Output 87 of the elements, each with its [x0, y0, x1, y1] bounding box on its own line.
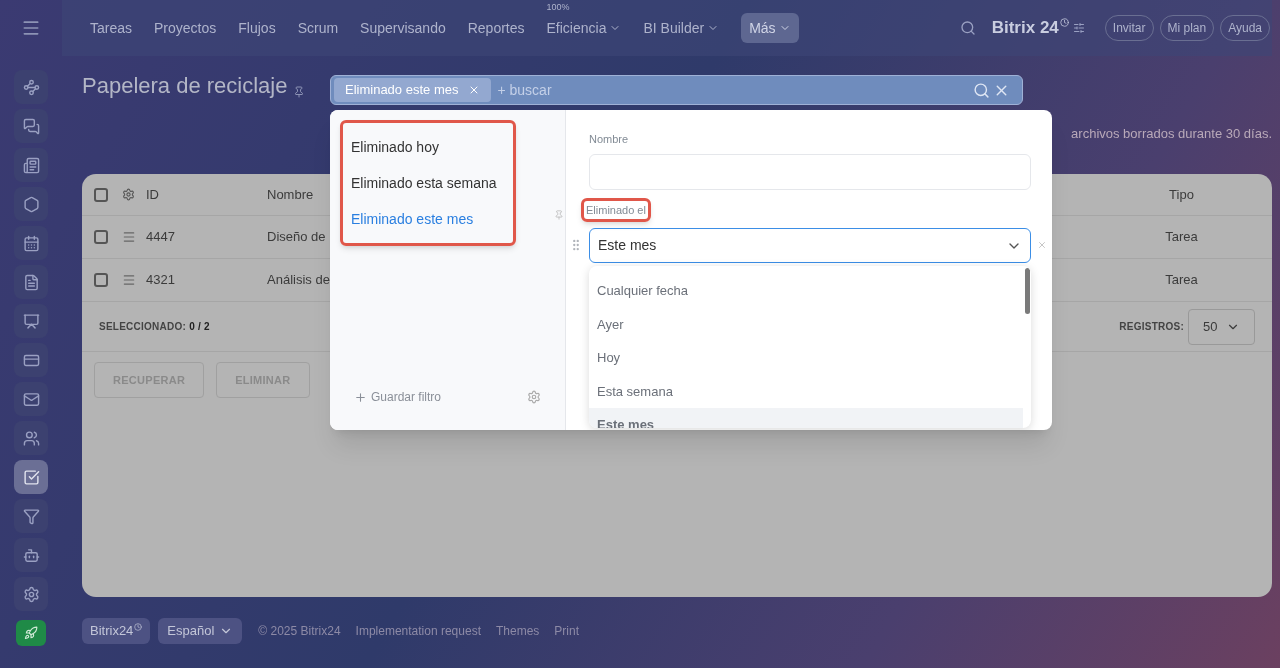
filter-preset[interactable]: Eliminado hoy	[343, 129, 513, 165]
nodes-icon	[22, 78, 40, 96]
filter-chip[interactable]: Eliminado este mes	[334, 78, 492, 102]
column-header[interactable]: Tipo	[1103, 184, 1260, 205]
footer-link[interactable]: Print	[554, 622, 579, 640]
gear-icon[interactable]	[122, 188, 135, 201]
nav-tab[interactable]: Flujos	[238, 17, 276, 39]
nav-tab[interactable]: Proyectos	[154, 17, 217, 39]
table-cell-text: Análisis de	[267, 271, 330, 290]
sidebar-item[interactable]	[14, 577, 48, 611]
sliders-icon[interactable]	[1072, 22, 1085, 34]
presentation-icon	[22, 312, 40, 330]
dropdown-option[interactable]: Esta semana	[589, 374, 1023, 408]
mail-icon	[22, 390, 40, 408]
selected-count: SELECCIONADO: 0 / 2	[99, 320, 210, 334]
page-title: Papelera de reciclaje	[82, 72, 288, 100]
news-icon	[22, 156, 40, 174]
users-icon	[22, 429, 40, 447]
document-icon	[22, 273, 40, 291]
checkbox-icon	[22, 468, 40, 486]
table-cell-text: Tarea	[1164, 271, 1199, 290]
settings-icon	[22, 585, 40, 603]
calendar-icon	[22, 234, 40, 252]
clock-icon	[1059, 18, 1069, 27]
percent-label: 100%	[546, 0, 570, 14]
footer-link[interactable]: Themes	[495, 622, 540, 640]
table-cell-text: 4447	[146, 228, 176, 247]
sidebar-item[interactable]	[14, 382, 48, 416]
filter-preset[interactable]: Eliminado este mes	[343, 201, 513, 237]
save-filter-button[interactable]: Guardar filtro	[354, 388, 442, 406]
sidebar-item[interactable]	[14, 421, 48, 455]
date-select[interactable]: Este mes	[589, 228, 1031, 263]
name-input-field[interactable]	[589, 153, 1031, 190]
nav-tab[interactable]: Reportes	[467, 17, 525, 39]
nav-tab[interactable]: BI Builder	[643, 17, 720, 39]
rocket-button[interactable]	[16, 620, 46, 646]
row-menu-icon[interactable]	[122, 230, 136, 244]
scrollbar-thumb[interactable]	[1025, 268, 1030, 314]
nav-tab[interactable]: Scrum	[297, 17, 339, 39]
search-icon[interactable]	[959, 20, 976, 36]
sidebar-item[interactable]	[14, 226, 48, 260]
nav-tab[interactable]: Tareas	[90, 17, 133, 39]
column-header[interactable]: ID	[146, 184, 267, 205]
table-cell-text: Tarea	[1164, 228, 1199, 247]
sidebar-item[interactable]	[14, 499, 48, 533]
field-label: Nombre	[589, 132, 629, 147]
brand-badge[interactable]: Bitrix24	[82, 618, 151, 644]
settings-icon[interactable]	[527, 390, 541, 404]
page-size-select[interactable]: 50	[1188, 308, 1255, 345]
brand-logo[interactable]: Bitrix 24	[991, 15, 1059, 41]
sidebar-item[interactable]	[14, 109, 48, 143]
row-menu-icon[interactable]	[122, 273, 136, 287]
hexagon-icon	[22, 195, 40, 213]
field-label: Eliminado el	[581, 197, 651, 222]
plus-icon	[354, 390, 367, 404]
nav-tab[interactable]: Supervisando	[360, 17, 446, 39]
chat-icon	[22, 117, 40, 135]
rocket-icon	[24, 626, 38, 640]
sidebar-item[interactable]	[14, 343, 48, 377]
sidebar-item[interactable]	[14, 304, 48, 338]
clock-icon	[134, 623, 143, 631]
table-cell-text: 4321	[146, 271, 176, 290]
filter-search-bar[interactable]: Eliminado este mes + buscar	[330, 75, 1023, 105]
sidebar-item[interactable]	[14, 460, 48, 494]
dropdown-option[interactable]: Ayer	[589, 307, 1023, 341]
dropdown-option[interactable]: Hoy	[589, 341, 1023, 375]
filter-preset[interactable]: Eliminado esta semana	[343, 165, 513, 201]
row-checkbox[interactable]	[94, 230, 108, 244]
select-all-checkbox[interactable]	[94, 187, 108, 202]
sidebar-item[interactable]	[14, 538, 48, 572]
search-icon[interactable]	[973, 81, 990, 99]
sidebar-item[interactable]	[14, 70, 48, 104]
table-cell-text: Diseño de	[267, 228, 326, 247]
sidebar-item[interactable]	[14, 265, 48, 299]
pin-icon[interactable]	[293, 86, 306, 98]
sidebar-item[interactable]	[14, 187, 48, 221]
page-description: archivos borrados durante 30 días.	[1071, 125, 1272, 143]
dropdown-option[interactable]: Cualquier fecha	[589, 274, 1023, 308]
row-checkbox[interactable]	[94, 273, 108, 287]
page-size-label: REGISTROS:	[1119, 320, 1184, 334]
language-select[interactable]: Español	[158, 618, 243, 644]
funnel-icon	[22, 507, 40, 525]
menu-icon[interactable]	[21, 18, 41, 38]
footer-link[interactable]: Implementation request	[355, 622, 481, 640]
robot-icon	[22, 546, 40, 564]
sidebar-item[interactable]	[14, 148, 48, 182]
nav-tab[interactable]: Más	[741, 13, 799, 43]
